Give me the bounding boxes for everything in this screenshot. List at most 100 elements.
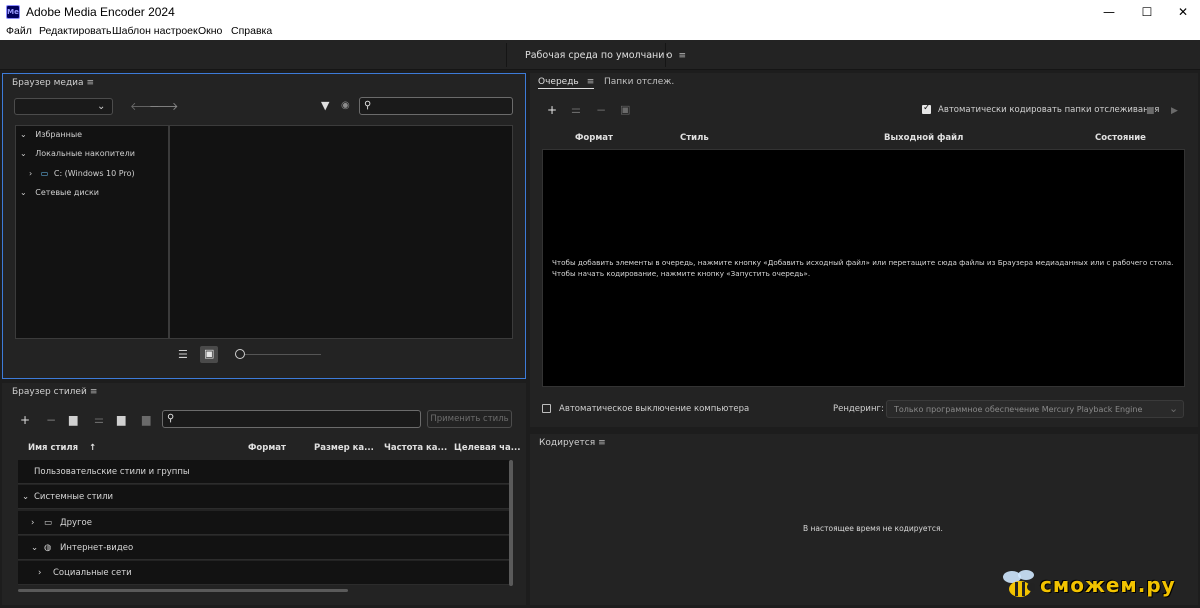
preset-row-web-video[interactable]: ⌄ ◍ Интернет-видео bbox=[18, 536, 510, 560]
tree-item-local-drives[interactable]: ⌄ Локальные накопители bbox=[20, 149, 135, 158]
column-status[interactable]: Состояние bbox=[1095, 133, 1146, 143]
bee-icon bbox=[1003, 570, 1035, 597]
chevron-down-icon: ⌄ bbox=[1169, 402, 1179, 415]
workspace-separator bbox=[665, 43, 666, 67]
remove-preset-icon[interactable]: − bbox=[46, 414, 56, 426]
auto-shutdown-checkbox[interactable] bbox=[542, 404, 551, 413]
chevron-down-icon: ⌄ bbox=[97, 101, 106, 112]
tab-watch-folders[interactable]: Папки отслеж. bbox=[604, 77, 674, 87]
panel-menu-icon[interactable]: ≡ bbox=[87, 78, 95, 88]
vertical-scrollbar[interactable] bbox=[509, 460, 513, 586]
checkmark-icon: ✓ bbox=[923, 103, 931, 113]
location-dropdown[interactable]: ⌄ bbox=[14, 98, 113, 115]
add-preset-icon[interactable]: + bbox=[20, 414, 30, 426]
new-group-icon[interactable]: ▆ bbox=[69, 414, 77, 426]
chevron-down-icon: ⌄ bbox=[22, 492, 30, 502]
export-preset-icon[interactable]: ▆ bbox=[142, 414, 150, 426]
list-view-icon[interactable]: ☰ bbox=[178, 349, 188, 361]
column-frame-rate[interactable]: Частота ка... bbox=[384, 443, 447, 453]
queue-empty-hint: Чтобы добавить элементы в очередь, нажми… bbox=[552, 258, 1174, 267]
import-preset-icon[interactable]: ▆ bbox=[117, 414, 125, 426]
column-target-rate[interactable]: Целевая ча... bbox=[454, 443, 520, 453]
workspace-bar: Рабочая среда по умолчанию ≡ bbox=[0, 40, 1200, 70]
preset-row-label: Социальные сети bbox=[53, 568, 132, 578]
menu-window[interactable]: Окно bbox=[198, 25, 222, 37]
title-bar: Me Adobe Media Encoder 2024 — ☐ ✕ bbox=[0, 0, 1200, 24]
monitor-icon: ▭ bbox=[44, 518, 53, 528]
chevron-down-icon: ⌄ bbox=[20, 188, 27, 197]
stop-queue-icon[interactable]: ■ bbox=[1146, 105, 1155, 117]
horizontal-scrollbar[interactable] bbox=[18, 589, 348, 592]
renderer-dropdown[interactable]: Только программное обеспечение Mercury P… bbox=[886, 400, 1184, 418]
thumbnail-view-button[interactable]: ▣ bbox=[200, 346, 218, 363]
tree-item-favorites[interactable]: ⌄ Избранные bbox=[20, 130, 82, 139]
drive-icon: ▭ bbox=[40, 169, 49, 178]
auto-encode-checkbox[interactable]: ✓ bbox=[922, 103, 931, 114]
filter-icon[interactable]: ▼ bbox=[321, 100, 329, 112]
search-icon: ⚲ bbox=[364, 100, 372, 111]
tab-queue[interactable]: Очередь ≡ bbox=[538, 77, 595, 89]
preset-browser-title[interactable]: Браузер стилей ≡ bbox=[12, 387, 97, 397]
chevron-right-icon: › bbox=[29, 169, 33, 178]
preset-row-label: Интернет-видео bbox=[60, 543, 134, 553]
preset-row-other[interactable]: › ▭ Другое bbox=[18, 511, 510, 535]
encoding-title[interactable]: Кодируется ≡ bbox=[539, 438, 606, 448]
menu-help[interactable]: Справка bbox=[231, 25, 272, 37]
column-frame-size[interactable]: Размер ка... bbox=[314, 443, 374, 453]
column-format[interactable]: Формат bbox=[575, 133, 613, 143]
preset-row-user[interactable]: Пользовательские стили и группы bbox=[18, 460, 510, 484]
renderer-value: Только программное обеспечение Mercury P… bbox=[894, 405, 1143, 414]
panel-menu-icon: ≡ bbox=[586, 77, 595, 87]
column-preset-name[interactable]: Имя стиля ↑ bbox=[28, 443, 96, 453]
watermark-text: сможем.ру bbox=[1040, 573, 1176, 597]
media-browser-title[interactable]: Браузер медиа ≡ bbox=[12, 78, 94, 88]
duplicate-icon[interactable]: ▣ bbox=[620, 104, 630, 116]
preset-row-social[interactable]: › Социальные сети bbox=[18, 561, 510, 585]
preset-settings-icon[interactable]: ⚌ bbox=[94, 414, 104, 426]
preset-browser-panel: Браузер стилей ≡ + − ▆ ⚌ ▆ ▆ ⚲ Применить … bbox=[2, 383, 526, 605]
menu-preset[interactable]: Шаблон настроек bbox=[112, 25, 198, 37]
add-source-icon[interactable]: + bbox=[547, 104, 557, 116]
chevron-right-icon: › bbox=[38, 568, 42, 578]
queue-start-hint: Чтобы начать кодирование, нажмите кнопку… bbox=[552, 269, 811, 278]
sort-ascending-icon: ↑ bbox=[89, 443, 97, 453]
tree-item-drive-c[interactable]: › ▭ C: (Windows 10 Pro) bbox=[29, 169, 135, 178]
queue-drop-area[interactable]: Чтобы добавить элементы в очередь, нажми… bbox=[542, 149, 1185, 387]
chevron-down-icon: ⌄ bbox=[20, 130, 27, 139]
eye-icon[interactable]: ◉ bbox=[341, 100, 350, 112]
remove-item-icon[interactable]: − bbox=[596, 104, 606, 116]
forward-arrow-icon[interactable]: 🡒 bbox=[149, 101, 179, 113]
auto-encode-label: Автоматически кодировать папки отслежива… bbox=[938, 105, 1160, 115]
menu-edit[interactable]: Редактировать bbox=[39, 25, 112, 37]
globe-icon: ◍ bbox=[44, 543, 52, 553]
media-search-input[interactable]: ⚲ bbox=[359, 97, 513, 115]
column-output-file[interactable]: Выходной файл bbox=[884, 133, 963, 143]
preset-row-label: Системные стили bbox=[34, 492, 114, 502]
thumbnail-view-icon: ▣ bbox=[204, 347, 215, 360]
chevron-down-icon: ⌄ bbox=[20, 149, 27, 158]
app-logo: Me bbox=[6, 5, 20, 19]
apply-preset-button[interactable]: Применить стиль bbox=[427, 410, 512, 428]
preset-row-label: Пользовательские стили и группы bbox=[34, 467, 190, 477]
tree-item-network-drives[interactable]: ⌄ Сетевые диски bbox=[20, 188, 99, 197]
workspace-default[interactable]: Рабочая среда по умолчанию ≡ bbox=[525, 50, 686, 61]
zoom-slider-handle[interactable] bbox=[235, 349, 245, 359]
column-preset[interactable]: Стиль bbox=[680, 133, 709, 143]
watermark-logo: сможем.ру bbox=[1000, 567, 1195, 602]
encoding-title-label: Кодируется bbox=[539, 438, 596, 448]
start-queue-icon[interactable]: ▶ bbox=[1171, 105, 1178, 117]
search-icon: ⚲ bbox=[167, 413, 175, 424]
column-format[interactable]: Формат bbox=[248, 443, 286, 453]
workspace-label: Рабочая среда по умолчанию bbox=[525, 50, 673, 61]
media-browser-panel: Браузер медиа ≡ ⌄ 🡐 🡒 ▼ ◉ ⚲ ⌄ Избранные ⌄… bbox=[2, 73, 526, 379]
panel-menu-icon[interactable]: ≡ bbox=[90, 387, 98, 397]
preset-row-system[interactable]: ⌄ Системные стили bbox=[18, 485, 510, 509]
queue-settings-icon[interactable]: ⚌ bbox=[571, 104, 581, 116]
preset-search-input[interactable]: ⚲ bbox=[162, 410, 421, 428]
preset-row-label: Другое bbox=[60, 518, 92, 528]
zoom-slider-track[interactable] bbox=[245, 354, 321, 355]
menu-file[interactable]: Файл bbox=[6, 25, 32, 37]
panel-menu-icon[interactable]: ≡ bbox=[598, 438, 606, 448]
close-button[interactable]: ✕ bbox=[1160, 0, 1200, 24]
render-label: Рендеринг: bbox=[833, 404, 884, 414]
